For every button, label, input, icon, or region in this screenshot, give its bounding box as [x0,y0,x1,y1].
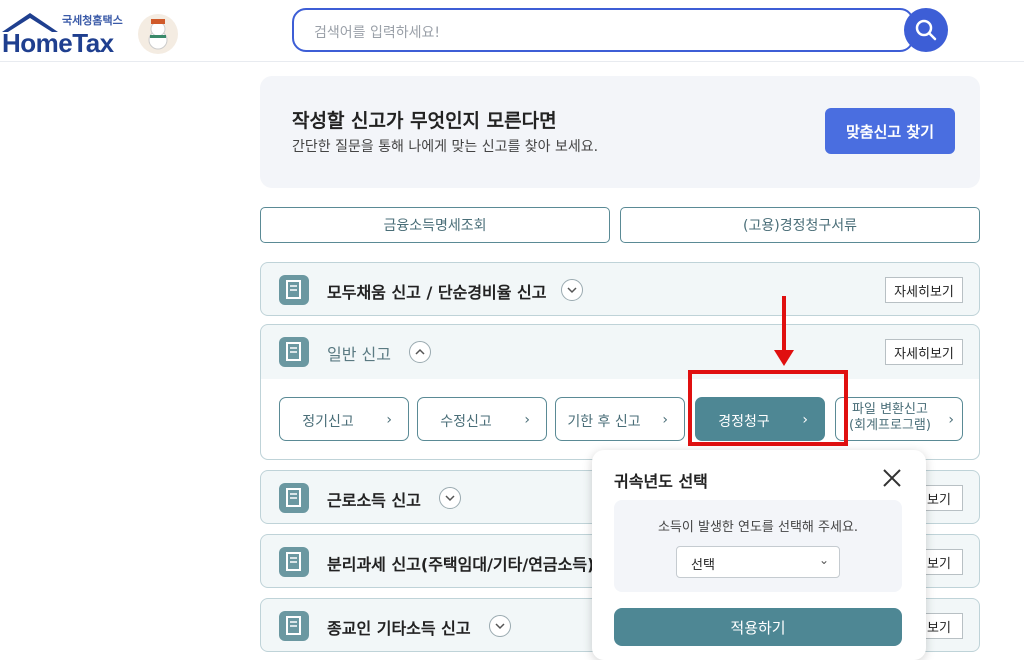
chevron-up-icon[interactable] [409,341,431,363]
general-report-options: 정기신고 › 수정신고 › 기한 후 신고 › 경정청구 › 파일 변환신고 (… [261,379,979,459]
button-label: 파일 변환신고 (회계프로그램) [849,402,931,433]
chevron-down-icon[interactable] [561,279,583,301]
annotation-highlight-box [688,370,848,446]
chevron-down-icon: ⌄ [818,553,829,567]
close-icon[interactable] [880,466,904,490]
card-general-report: 일반 신고 자세히보기 정기신고 › 수정신고 › 기한 후 신고 › 경정청구… [260,324,980,460]
banner-title: 작성할 신고가 무엇인지 모른다면 [292,110,557,132]
top-header: 국세청홈택스 HomeTax 검색어를 입력하세요! [0,0,1024,62]
banner-subtitle: 간단한 질문을 통해 나에게 맞는 신고를 찾아 보세요. [292,139,599,155]
chevron-down-icon[interactable] [439,487,461,509]
card-title: 분리과세 신고(주택임대/기타/연금소득) [327,555,595,574]
snowman-mascot-icon [138,14,178,54]
custom-report-button[interactable]: 맞춤신고 찾기 [825,108,955,154]
logo-text: HomeTax [2,28,114,58]
logo-subtitle: 국세청홈택스 [62,14,123,27]
detail-button[interactable]: 자세히보기 [885,277,963,303]
chevron-right-icon: › [524,412,530,428]
document-icon [279,483,309,513]
document-icon [279,547,309,577]
select-value: 선택 [691,558,715,573]
button-label: 기한 후 신고 [567,414,641,430]
search-input[interactable]: 검색어를 입력하세요! [292,8,914,52]
late-report-button[interactable]: 기한 후 신고 › [555,397,685,441]
card-title: 종교인 기타소득 신고 [327,619,471,638]
employment-correction-docs-button[interactable]: (고용)경정청구서류 [620,207,980,243]
button-label: 정기신고 [302,414,354,430]
document-icon [279,275,309,305]
button-label: 수정신고 [440,414,492,430]
year-select-popup: 귀속년도 선택 소득이 발생한 연도를 선택해 주세요. 선택 ⌄ 적용하기 [592,450,926,660]
hometax-logo[interactable]: 국세청홈택스 HomeTax [0,6,140,58]
chevron-right-icon: › [386,412,392,428]
amended-report-button[interactable]: 수정신고 › [417,397,547,441]
year-select[interactable]: 선택 ⌄ [676,546,840,578]
card-title: 일반 신고 [327,345,391,364]
apply-button[interactable]: 적용하기 [614,608,902,646]
file-conversion-report-button[interactable]: 파일 변환신고 (회계프로그램) › [835,397,963,441]
detail-button[interactable]: 자세히보기 [885,339,963,365]
search-icon [915,19,937,41]
regular-report-button[interactable]: 정기신고 › [279,397,409,441]
financial-income-lookup-button[interactable]: 금융소득명세조회 [260,207,610,243]
search-placeholder: 검색어를 입력하세요! [314,25,440,41]
chevron-down-icon[interactable] [489,615,511,637]
card-title: 근로소득 신고 [327,491,421,510]
chevron-right-icon: › [662,412,668,428]
annotation-arrow [774,296,794,366]
card-simple-report: 모두채움 신고 / 단순경비율 신고 자세히보기 [260,262,980,316]
document-icon [279,611,309,641]
search-button[interactable] [904,8,948,52]
popup-title: 귀속년도 선택 [614,472,708,491]
card-title: 모두채움 신고 / 단순경비율 신고 [327,283,547,302]
popup-body: 소득이 발생한 연도를 선택해 주세요. 선택 ⌄ [614,500,902,592]
popup-description: 소득이 발생한 연도를 선택해 주세요. [657,520,859,535]
document-icon [279,337,309,367]
custom-report-banner: 작성할 신고가 무엇인지 모른다면 간단한 질문을 통해 나에게 맞는 신고를 … [260,76,980,188]
chevron-right-icon: › [948,412,954,428]
